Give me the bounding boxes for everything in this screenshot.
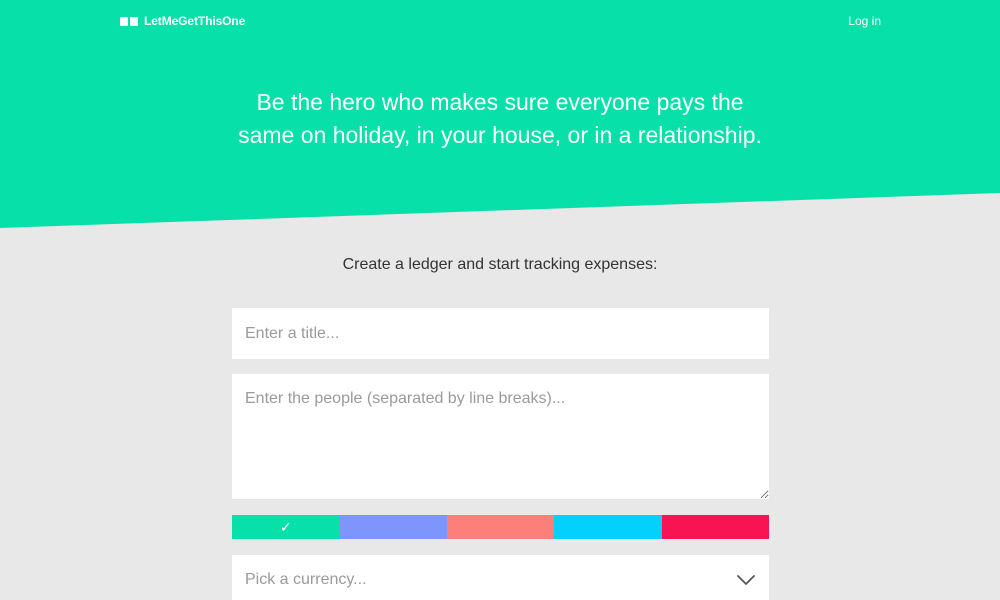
- color-swatch-4[interactable]: [554, 515, 662, 539]
- headline-line-1: Be the hero who makes sure everyone pays…: [256, 89, 744, 115]
- top-nav: LetMeGetThisOne Log in: [120, 12, 881, 30]
- form-subtitle: Create a ledger and start tracking expen…: [342, 256, 658, 273]
- currency-placeholder: Pick a currency...: [245, 571, 367, 588]
- headline-line-2: same on holiday, in your house, or in a …: [238, 122, 762, 148]
- title-input[interactable]: [232, 308, 769, 359]
- page: LetMeGetThisOne Log in Be the hero who m…: [0, 0, 1000, 600]
- logo[interactable]: LetMeGetThisOne: [120, 14, 245, 28]
- color-swatch-1[interactable]: ✓: [232, 515, 340, 539]
- color-picker: ✓: [232, 515, 770, 539]
- check-icon: ✓: [279, 518, 292, 535]
- color-swatch-2[interactable]: [339, 515, 447, 539]
- login-link[interactable]: Log in: [848, 14, 881, 28]
- color-swatch-3[interactable]: [446, 515, 555, 539]
- hero-headline: Be the hero who makes sure everyone pays…: [150, 86, 850, 152]
- color-swatch-5[interactable]: [661, 515, 770, 539]
- currency-select[interactable]: Pick a currency...: [232, 555, 769, 600]
- logo-icon: [120, 16, 138, 26]
- people-textarea[interactable]: [232, 374, 769, 499]
- chevron-down-icon: [736, 573, 756, 587]
- logo-text: LetMeGetThisOne: [144, 14, 246, 28]
